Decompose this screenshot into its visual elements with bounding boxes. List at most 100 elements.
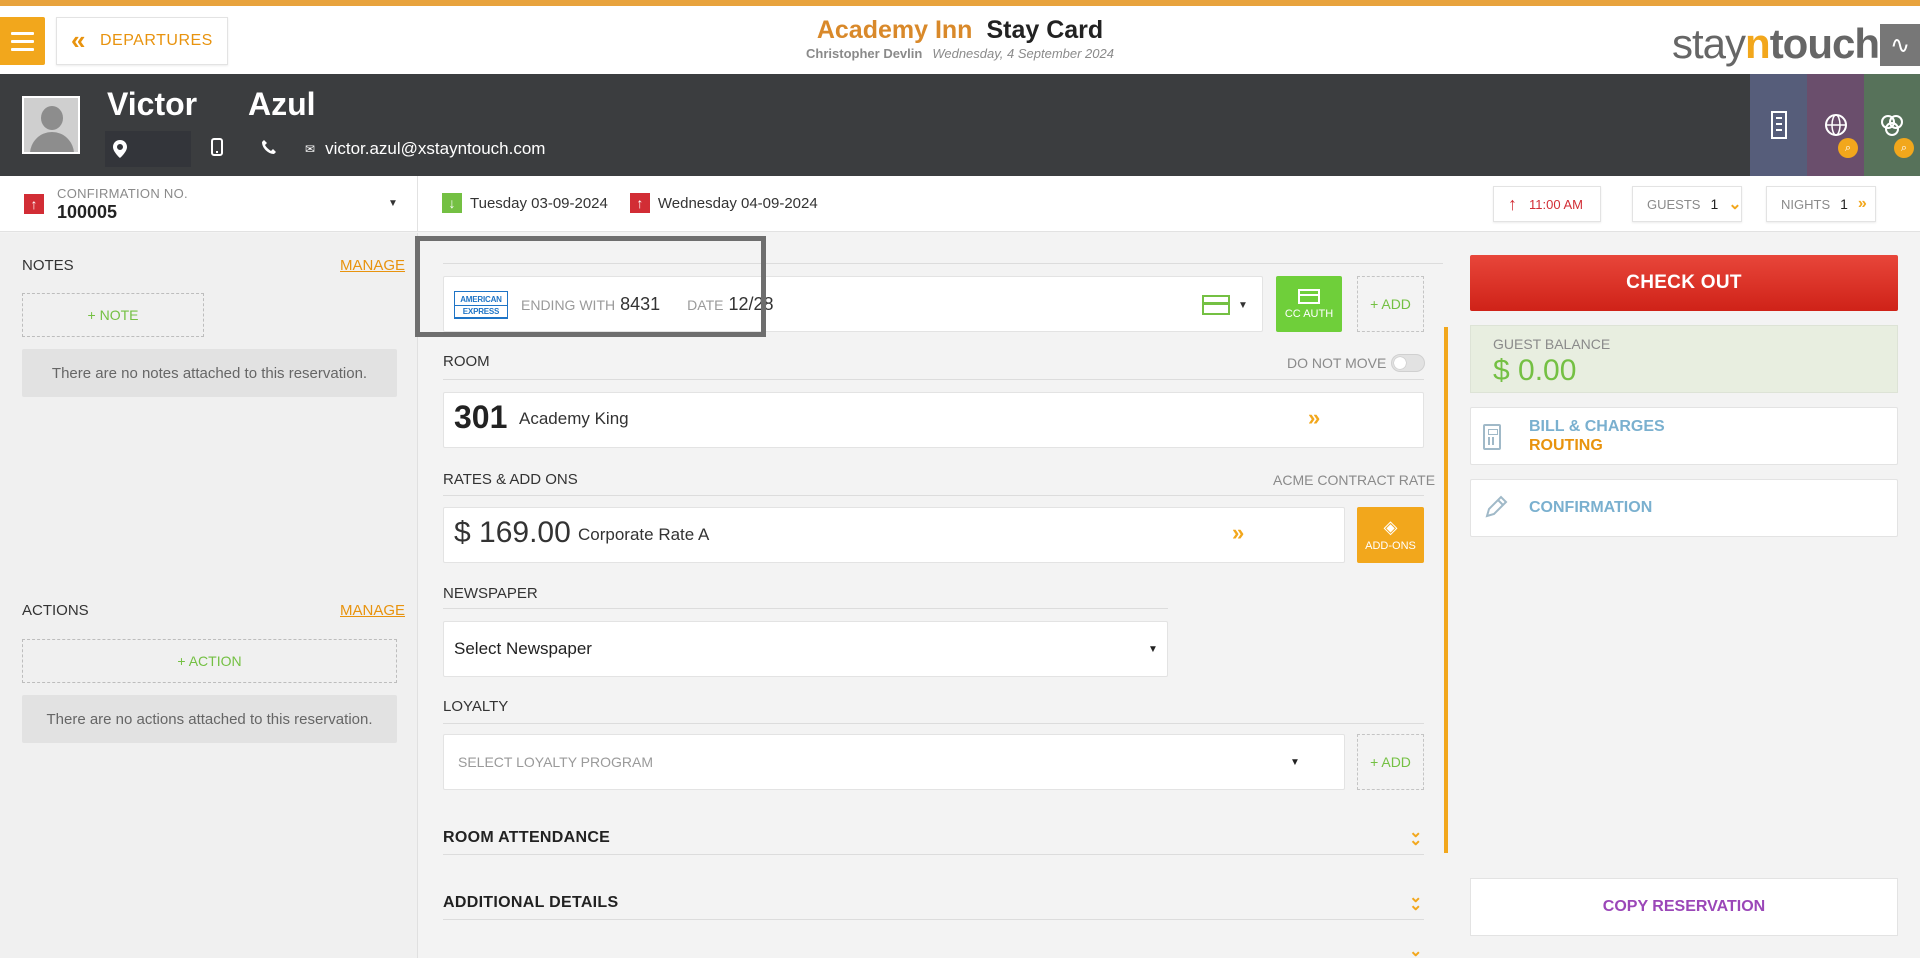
payment-type-dropdown[interactable]: ▼ [1202,295,1248,315]
arrow-up-icon: ↑ [1508,193,1517,214]
stay-dates: ↓ Tuesday 03-09-2024 ↑ Wednesday 04-09-202… [442,193,840,213]
nights-button[interactable]: NIGHTS 1 » [1766,186,1876,222]
departure-date[interactable]: ↑ Wednesday 04-09-2024 [629,193,818,213]
confirmation-button[interactable]: CONFIRMATION [1470,479,1898,537]
search-badge-icon: ⌕ [1894,138,1914,158]
add-ons-button[interactable]: ◈ ADD-ONS [1357,507,1424,563]
confirmation-selector[interactable]: ↑ CONFIRMATION NO. 100005 ▼ [0,176,418,232]
arrival-icon: ↓ [442,193,462,213]
loyalty-label: LOYALTY [443,698,509,715]
confirmation-label: CONFIRMATION NO. [57,186,188,201]
guest-contact-row: ✉ victor.azul@xstayntouch.com [105,131,545,167]
calculator-icon [1483,424,1501,450]
double-chevron-right-icon: » [1857,195,1867,212]
phone-icon[interactable] [261,139,277,160]
back-button-label: DEPARTURES [99,32,213,49]
hotel-name: Academy Inn [816,16,973,44]
stayntouch-logo: stayntouch [1672,20,1880,67]
add-note-button[interactable]: + NOTE [22,293,204,337]
guest-email[interactable]: ✉ victor.azul@xstayntouch.com [305,139,545,159]
activity-pulse-icon[interactable]: ∿ [1880,24,1920,66]
add-loyalty-button[interactable]: + ADD [1357,734,1424,790]
room-attendance-toggle[interactable]: ROOM ATTENDANCE [443,829,610,847]
room-number: 301 [454,399,508,435]
caret-down-icon: ▼ [1238,299,1248,311]
caret-down-icon: ▼ [1148,644,1158,655]
caret-down-icon: ▼ [388,198,398,209]
search-badge-icon: ⌕ [1838,138,1858,158]
rate-amount: $ 169.00 [454,516,571,549]
do-not-move-toggle[interactable] [1391,354,1425,372]
pencil-icon [1483,494,1509,526]
rate-row[interactable]: $ 169.00 Corporate Rate A » [443,507,1345,563]
guest-avatar[interactable] [22,96,80,154]
location-field[interactable] [105,131,191,167]
newspaper-label: NEWSPAPER [443,585,538,602]
double-chevron-down-icon[interactable]: ⌄ [1409,944,1422,958]
credit-card-icon [1202,295,1230,315]
double-chevron-right-icon: » [1232,520,1244,545]
page-title-block: Academy Inn Stay Card Christopher Devlin W… [760,16,1160,61]
guest-first-name[interactable]: Victor [107,86,197,123]
departure-status-icon: ↑ [24,194,44,214]
notes-manage-link[interactable]: MANAGE [340,257,405,274]
reservation-info-bar: ↑ CONFIRMATION NO. 100005 ▼ ↓ Tuesday 03-… [0,176,1920,232]
arrival-date[interactable]: ↓ Tuesday 03-09-2024 [442,193,608,213]
section-divider [1444,327,1448,853]
rates-label: RATES & ADD ONS [443,471,578,488]
confirmation-number: 100005 [57,202,118,222]
add-payment-button[interactable]: + ADD [1357,276,1424,332]
double-chevron-down-icon[interactable]: ⌄ ⌄ [1409,825,1422,849]
add-action-button[interactable]: + ACTION [22,639,397,683]
double-chevron-down-icon: ⌄ [1728,196,1742,213]
globe-search-icon[interactable]: ⌕ [1807,74,1864,176]
actions-heading: ACTIONS [22,602,89,619]
caret-down-icon: ▼ [1290,757,1300,768]
check-out-button[interactable]: CHECK OUT [1470,255,1898,311]
newspaper-select[interactable]: Select Newspaper ▼ [443,621,1168,677]
left-panel: NOTES MANAGE + NOTE There are no notes a… [0,233,418,958]
double-chevron-left-icon: « [71,24,86,55]
room-label: ROOM [443,353,490,370]
additional-details-toggle[interactable]: ADDITIONAL DETAILS [443,894,618,912]
menu-icon[interactable] [0,17,45,65]
mobile-phone-icon[interactable] [211,137,223,161]
quick-tiles: ⌕ ⌕ [1750,74,1920,176]
room-type: Academy King [519,409,629,428]
do-not-move-label: DO NOT MOVE [1287,355,1387,371]
layers-icon: ◈ [1383,517,1398,537]
guest-balance-amount: $ 0.00 [1493,354,1577,387]
contract-rate-label: ACME CONTRACT RATE [1273,472,1436,488]
bill-and-charges-button[interactable]: BILL & CHARGES ROUTING [1470,407,1898,465]
back-to-departures-button[interactable]: « DEPARTURES [56,17,228,65]
rings-search-icon[interactable]: ⌕ [1864,74,1920,176]
current-user: Christopher Devlin [806,46,923,61]
notes-heading: NOTES [22,257,74,274]
departure-icon: ↑ [629,193,650,213]
guest-last-name[interactable]: Azul [248,86,316,123]
guest-header: Victor Azul ✉ victor.azul@xstayntouch.co… [0,74,1920,176]
credit-card-icon [1298,288,1320,304]
envelope-icon: ✉ [305,142,316,156]
guest-balance-label: GUEST BALANCE [1493,336,1611,352]
location-pin-icon [113,140,127,158]
right-panel: CHECK OUT GUEST BALANCE $ 0.00 BILL & CH… [1468,233,1898,958]
loyalty-select[interactable]: SELECT LOYALTY PROGRAM ▼ [443,734,1345,790]
guests-button[interactable]: GUESTS 1 ⌄ [1632,186,1742,222]
room-row[interactable]: 301 Academy King » [443,392,1424,448]
actions-empty-state: There are no actions attached to this re… [22,695,397,743]
double-chevron-down-icon[interactable]: ⌄ ⌄ [1409,890,1422,914]
focus-highlight [415,236,766,337]
checkout-time-button[interactable]: ↑ 11:00 AM [1493,186,1601,222]
guest-email-text: victor.azul@xstayntouch.com [325,139,546,158]
guest-balance[interactable]: GUEST BALANCE $ 0.00 [1470,325,1898,393]
notes-empty-state: There are no notes attached to this rese… [22,349,397,397]
routing-link[interactable]: ROUTING [1529,437,1603,455]
copy-reservation-button[interactable]: COPY RESERVATION [1470,878,1898,936]
page-title: Stay Card [986,16,1104,44]
actions-manage-link[interactable]: MANAGE [340,602,405,619]
rate-name: Corporate Rate A [578,525,710,544]
building-icon[interactable] [1750,74,1807,176]
main-panel: AMERICAN EXPRESS ENDING WITH 8431 DATE 12/2… [415,233,1448,958]
cc-auth-button[interactable]: CC AUTH [1276,276,1342,332]
